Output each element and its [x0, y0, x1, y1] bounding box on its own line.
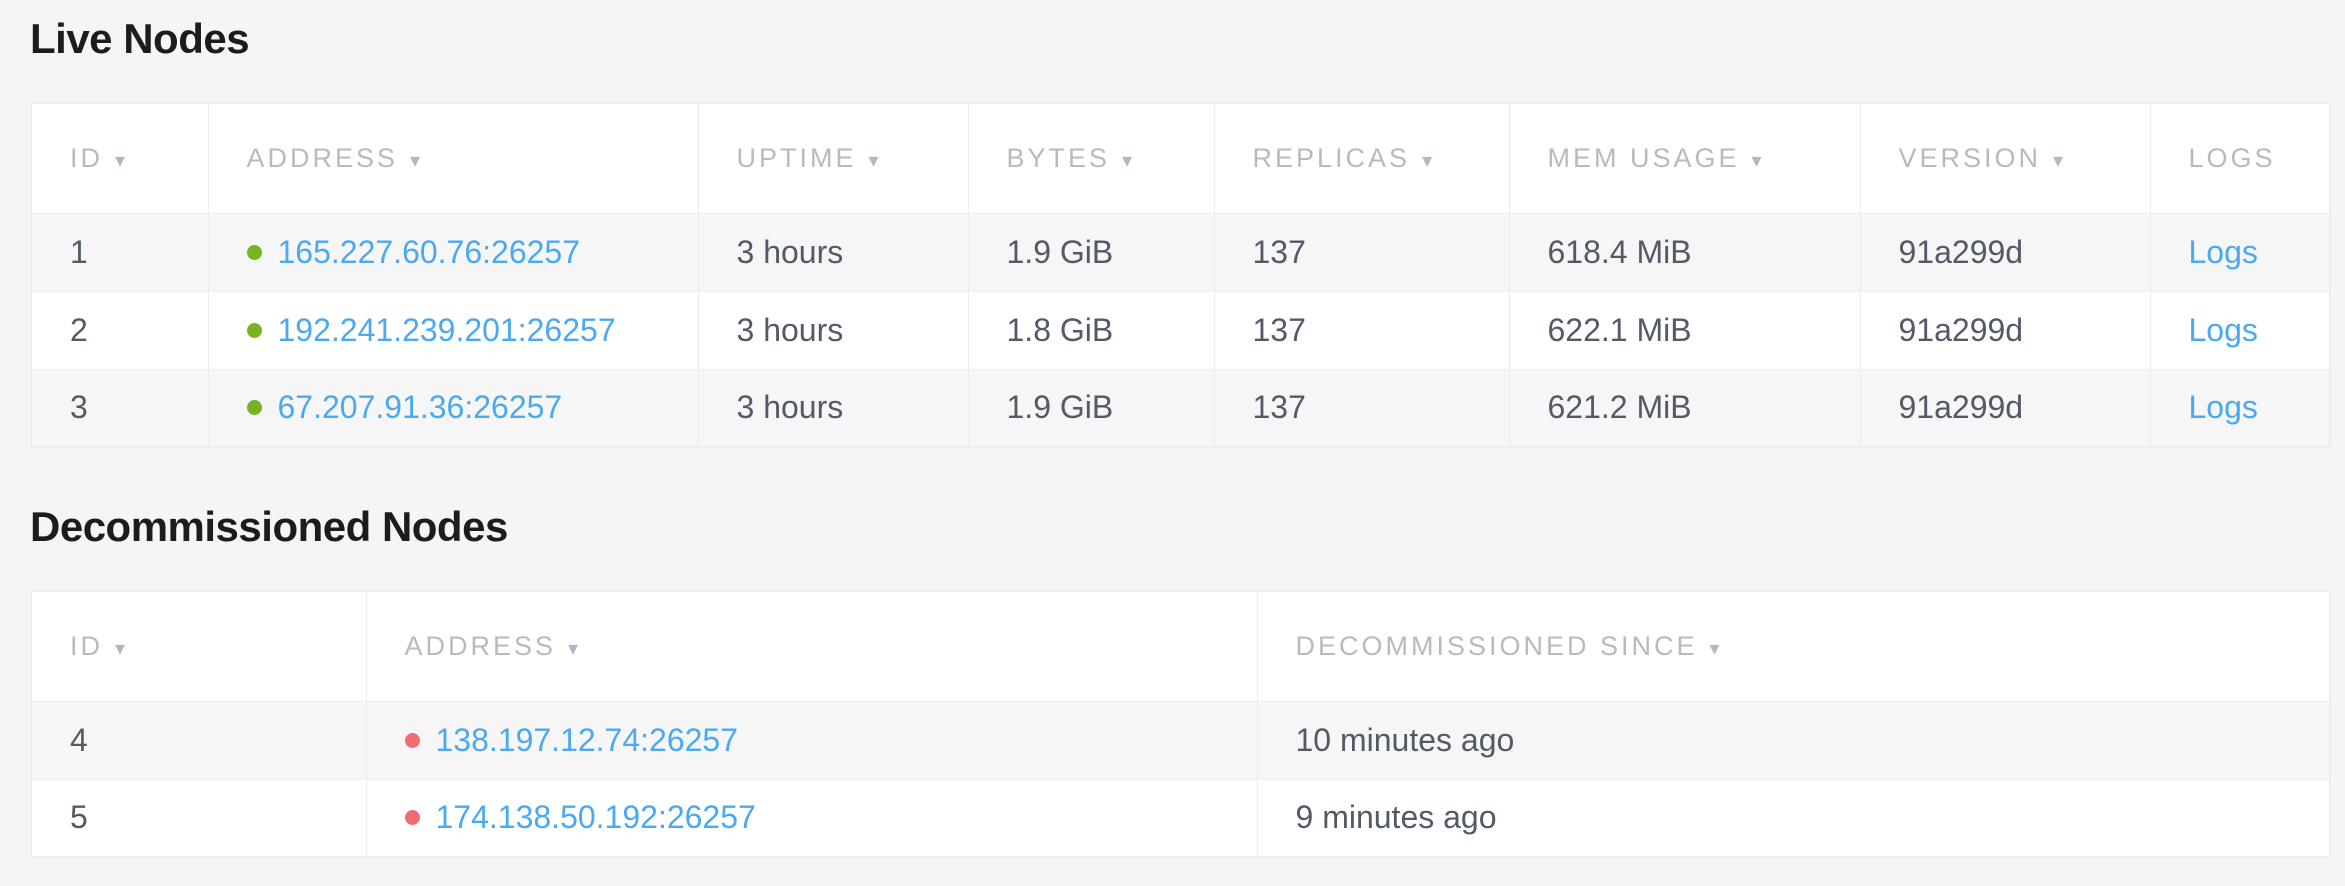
sort-arrow-icon: ▾	[1710, 638, 1720, 660]
logs-link[interactable]: Logs	[2189, 234, 2258, 270]
node-address-link[interactable]: 192.241.239.201:26257	[278, 312, 616, 348]
column-header-address[interactable]: ADDRESS▾	[208, 103, 698, 213]
node-bytes-cell: 1.8 GiB	[968, 291, 1214, 369]
node-version-cell: 91a299d	[1860, 291, 2150, 369]
column-header-address[interactable]: ADDRESS▾	[366, 591, 1257, 701]
sort-arrow-icon: ▾	[1122, 150, 1132, 172]
node-address-link[interactable]: 67.207.91.36:26257	[278, 389, 563, 425]
decommissioned-nodes-title: Decommissioned Nodes	[30, 502, 2329, 552]
node-replicas-cell: 137	[1214, 291, 1509, 369]
node-mem-usage-cell: 618.4 MiB	[1509, 213, 1860, 291]
node-id-cell: 4	[31, 701, 366, 779]
node-bytes-cell: 1.9 GiB	[968, 369, 1214, 447]
sort-arrow-icon: ▾	[115, 638, 125, 660]
node-uptime-cell: 3 hours	[698, 291, 968, 369]
node-replicas-cell: 137	[1214, 369, 1509, 447]
node-address-cell: 174.138.50.192:26257	[366, 779, 1257, 857]
node-replicas-cell: 137	[1214, 213, 1509, 291]
node-id-cell: 5	[31, 779, 366, 857]
table-row-node-3: 3 67.207.91.36:26257 3 hours 1.9 GiB 137…	[31, 369, 2330, 447]
node-id-cell: 3	[31, 369, 208, 447]
decommissioned-status-dot	[405, 810, 420, 825]
node-logs-cell: Logs	[2150, 291, 2330, 369]
table-row-node-2: 2 192.241.239.201:26257 3 hours 1.8 GiB …	[31, 291, 2330, 369]
node-version-cell: 91a299d	[1860, 369, 2150, 447]
node-mem-usage-cell: 621.2 MiB	[1509, 369, 1860, 447]
node-address-link[interactable]: 138.197.12.74:26257	[436, 722, 739, 758]
node-bytes-cell: 1.9 GiB	[968, 213, 1214, 291]
sort-arrow-icon: ▾	[568, 638, 578, 660]
column-header-version[interactable]: VERSION▾	[1860, 103, 2150, 213]
live-nodes-header-row: ID▾ ADDRESS▾ UPTIME▾ BYTES▾ REPLICAS▾ ME…	[31, 103, 2330, 213]
node-id-cell: 2	[31, 291, 208, 369]
sort-arrow-icon: ▾	[2053, 150, 2063, 172]
column-header-mem-usage[interactable]: MEM USAGE▾	[1509, 103, 1860, 213]
node-uptime-cell: 3 hours	[698, 213, 968, 291]
node-uptime-cell: 3 hours	[698, 369, 968, 447]
live-status-dot	[247, 245, 262, 260]
node-decommissioned-since-cell: 9 minutes ago	[1257, 779, 2330, 857]
node-address-cell: 138.197.12.74:26257	[366, 701, 1257, 779]
node-address-cell: 165.227.60.76:26257	[208, 213, 698, 291]
node-decommissioned-since-cell: 10 minutes ago	[1257, 701, 2330, 779]
node-address-link[interactable]: 174.138.50.192:26257	[436, 799, 756, 835]
node-address-cell: 67.207.91.36:26257	[208, 369, 698, 447]
table-row-node-4: 4 138.197.12.74:26257 10 minutes ago	[31, 701, 2330, 779]
column-header-id[interactable]: ID▾	[31, 103, 208, 213]
node-version-cell: 91a299d	[1860, 213, 2150, 291]
node-mem-usage-cell: 622.1 MiB	[1509, 291, 1860, 369]
live-nodes-table: ID▾ ADDRESS▾ UPTIME▾ BYTES▾ REPLICAS▾ ME…	[30, 102, 2331, 448]
nodes-overview-page: Live Nodes ID▾ ADDRESS▾ UPTIME▾ BYTES▾ R…	[0, 0, 2345, 886]
table-row-node-5: 5 174.138.50.192:26257 9 minutes ago	[31, 779, 2330, 857]
live-status-dot	[247, 400, 262, 415]
live-status-dot	[247, 323, 262, 338]
decommissioned-status-dot	[405, 733, 420, 748]
node-logs-cell: Logs	[2150, 369, 2330, 447]
live-nodes-title: Live Nodes	[30, 14, 2329, 64]
node-logs-cell: Logs	[2150, 213, 2330, 291]
decommissioned-nodes-table: ID▾ ADDRESS▾ DECOMMISSIONED SINCE▾ 4 138…	[30, 590, 2331, 858]
logs-link[interactable]: Logs	[2189, 389, 2258, 425]
column-header-uptime[interactable]: UPTIME▾	[698, 103, 968, 213]
sort-arrow-icon: ▾	[1752, 150, 1762, 172]
column-header-logs: LOGS	[2150, 103, 2330, 213]
node-address-link[interactable]: 165.227.60.76:26257	[278, 234, 581, 270]
column-header-decommissioned-since[interactable]: DECOMMISSIONED SINCE▾	[1257, 591, 2330, 701]
column-header-bytes[interactable]: BYTES▾	[968, 103, 1214, 213]
node-address-cell: 192.241.239.201:26257	[208, 291, 698, 369]
column-header-id[interactable]: ID▾	[31, 591, 366, 701]
sort-arrow-icon: ▾	[869, 150, 879, 172]
sort-arrow-icon: ▾	[115, 150, 125, 172]
column-header-replicas[interactable]: REPLICAS▾	[1214, 103, 1509, 213]
sort-arrow-icon: ▾	[1422, 150, 1432, 172]
decommissioned-nodes-header-row: ID▾ ADDRESS▾ DECOMMISSIONED SINCE▾	[31, 591, 2330, 701]
logs-link[interactable]: Logs	[2189, 312, 2258, 348]
table-row-node-1: 1 165.227.60.76:26257 3 hours 1.9 GiB 13…	[31, 213, 2330, 291]
node-id-cell: 1	[31, 213, 208, 291]
sort-arrow-icon: ▾	[410, 150, 420, 172]
